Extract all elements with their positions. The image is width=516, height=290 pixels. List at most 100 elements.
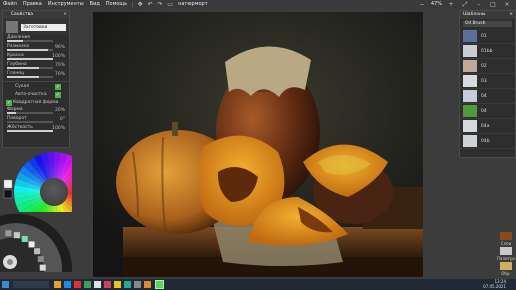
- secondary-color-swatch[interactable]: [3, 189, 13, 199]
- app-icon[interactable]: [114, 281, 121, 288]
- menu-tools[interactable]: Инструменты: [45, 0, 87, 9]
- depth-slider[interactable]: Глубина 70%: [3, 62, 69, 71]
- painter-app-icon[interactable]: [155, 280, 164, 289]
- close-icon[interactable]: ×: [502, 1, 512, 8]
- preset-item[interactable]: 04: [460, 104, 515, 119]
- palette-button[interactable]: Палитра: [497, 247, 515, 261]
- slider-track[interactable]: [7, 130, 53, 132]
- slider-value: 70%: [54, 63, 65, 68]
- browser-icon[interactable]: [64, 281, 71, 288]
- gloss-slider[interactable]: Глянец 70%: [3, 71, 69, 80]
- square-shape-checkbox[interactable]: ✓ Квадратная форма: [3, 99, 69, 107]
- dial-tool-icon[interactable]: [5, 230, 12, 237]
- fit-icon[interactable]: ⤢: [460, 1, 470, 8]
- dial-tool-icon[interactable]: [37, 256, 44, 263]
- checkmark-icon[interactable]: ✓: [6, 100, 12, 106]
- slider-track[interactable]: [7, 67, 53, 69]
- dry-checkbox[interactable]: Сухая ✓: [3, 83, 69, 91]
- sample-button[interactable]: Обр.: [497, 262, 515, 276]
- slider-track[interactable]: [7, 121, 53, 123]
- slider-value: 100%: [52, 54, 65, 59]
- document-title: натюрморт: [178, 1, 208, 7]
- palette-label: Палитра: [497, 256, 515, 261]
- panel-close-icon[interactable]: ×: [509, 11, 513, 19]
- shape-slider[interactable]: Форма 20%: [3, 107, 69, 116]
- app-icon[interactable]: [84, 281, 91, 288]
- preset-category-dropdown[interactable]: Oil Brush: [463, 21, 512, 27]
- panel-close-icon[interactable]: ×: [63, 11, 67, 19]
- taskbar-search[interactable]: [13, 281, 49, 288]
- auto-clean-checkbox[interactable]: Авто-очистка ✓: [3, 91, 69, 99]
- preset-thumbnail: [463, 90, 477, 102]
- slider-track[interactable]: [7, 112, 53, 114]
- square-shape-label: Квадратная форма: [13, 100, 59, 105]
- tool-dial[interactable]: [0, 212, 72, 272]
- minimize-icon[interactable]: –: [474, 1, 484, 8]
- app-icon[interactable]: [144, 281, 151, 288]
- menu-file[interactable]: Файл: [0, 0, 20, 9]
- menu-help[interactable]: Помощь: [103, 0, 130, 9]
- layers-button[interactable]: Слои: [497, 232, 515, 246]
- checkmark-icon[interactable]: ✓: [55, 92, 61, 98]
- zoom-out-icon[interactable]: −: [417, 1, 427, 8]
- brush-preview-icon[interactable]: [6, 21, 18, 33]
- app-icon[interactable]: [74, 281, 81, 288]
- primary-color-swatch[interactable]: [3, 179, 13, 189]
- start-icon[interactable]: [2, 281, 9, 288]
- preset-item[interactable]: 03: [460, 74, 515, 89]
- app-icon[interactable]: [134, 281, 141, 288]
- app-icon[interactable]: [94, 281, 101, 288]
- paint-slider[interactable]: Краска 100%: [3, 53, 69, 62]
- preset-item[interactable]: 04a: [460, 119, 515, 134]
- properties-title-text: Свойства: [11, 12, 33, 17]
- dial-tool-icon[interactable]: [28, 241, 35, 248]
- undo-icon[interactable]: ↶: [147, 1, 153, 8]
- rotation-slider[interactable]: Поворот 0°: [3, 116, 69, 125]
- redo-icon[interactable]: ↷: [157, 1, 163, 8]
- dry-label: Сухая: [15, 84, 29, 89]
- zoom-level[interactable]: 47%: [429, 0, 444, 9]
- preset-item[interactable]: 04b: [460, 134, 515, 149]
- auto-clean-label: Авто-очистка: [15, 92, 47, 97]
- preset-thumbnail: [463, 45, 477, 57]
- dial-tool-icon[interactable]: [21, 235, 28, 242]
- color-wheel[interactable]: [2, 140, 72, 212]
- properties-panel-title: Свойства ×: [3, 11, 69, 19]
- clock-date: 07.05.2021: [483, 283, 506, 289]
- slider-fill: [7, 76, 40, 78]
- smear-slider[interactable]: Размазка 96%: [3, 44, 69, 53]
- slider-value: 20%: [54, 108, 65, 113]
- preset-name: 04b: [481, 138, 490, 144]
- menu-view[interactable]: Вид: [87, 0, 103, 9]
- preset-item[interactable]: 01: [460, 29, 515, 44]
- preset-name: 02: [481, 63, 487, 69]
- maximize-icon[interactable]: □: [488, 1, 498, 8]
- slider-track[interactable]: [7, 49, 53, 51]
- preset-item[interactable]: 02: [460, 59, 515, 74]
- preset-item[interactable]: 04: [460, 89, 515, 104]
- slider-value: 96%: [54, 45, 65, 50]
- zoom-in-icon[interactable]: +: [446, 1, 456, 8]
- app-icon[interactable]: [124, 281, 131, 288]
- painting-canvas[interactable]: [93, 12, 423, 277]
- slider-fill: [7, 49, 49, 51]
- dial-tool-icon[interactable]: [34, 248, 41, 255]
- slider-track[interactable]: [7, 40, 53, 42]
- explorer-icon[interactable]: [54, 281, 61, 288]
- brush-preset-dropdown[interactable]: Заготовки: [21, 23, 66, 31]
- checkmark-icon[interactable]: ✓: [55, 84, 61, 90]
- slider-track[interactable]: [7, 76, 53, 78]
- slider-fill: [7, 58, 53, 60]
- preset-item[interactable]: 01bb: [460, 44, 515, 59]
- hardness-slider[interactable]: Жёсткость 100%: [3, 125, 69, 134]
- preset-thumbnail: [463, 120, 477, 132]
- move-icon[interactable]: ✥: [137, 1, 143, 8]
- slider-track[interactable]: [7, 58, 53, 60]
- taskbar: 13:24 07.05.2021: [0, 279, 516, 290]
- menu-edit[interactable]: Правка: [20, 0, 45, 9]
- dial-tool-icon[interactable]: [13, 232, 20, 239]
- slider-fill: [7, 112, 17, 114]
- pressure-slider[interactable]: Давление: [3, 35, 69, 44]
- dial-tool-icon[interactable]: [39, 264, 46, 271]
- app-icon[interactable]: [104, 281, 111, 288]
